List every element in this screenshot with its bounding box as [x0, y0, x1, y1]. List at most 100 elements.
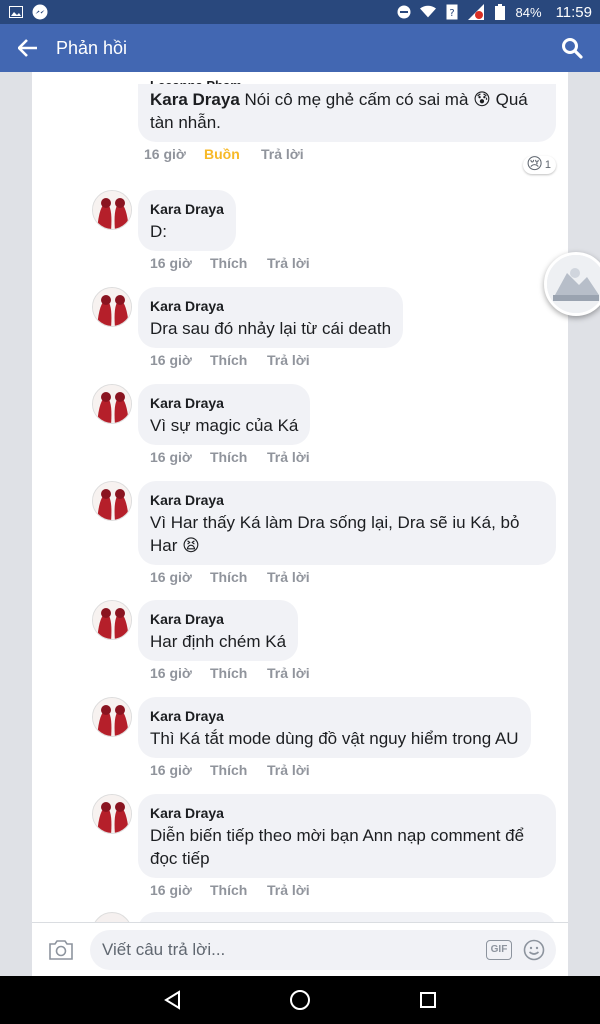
emoji-button[interactable] — [522, 938, 546, 962]
back-button[interactable] — [0, 24, 56, 72]
page-title: Phản hồi — [56, 37, 128, 58]
reply-button[interactable]: Trả lời — [267, 665, 310, 681]
avatar[interactable] — [92, 912, 132, 922]
camera-icon — [49, 939, 73, 960]
comment-text: Diễn biến tiếp theo mời bạn Ann nạp comm… — [150, 826, 525, 868]
comment-time: 16 giờ — [150, 569, 192, 585]
sad-reaction-icon: 😢 — [526, 156, 543, 173]
comment-author[interactable]: Kara Draya — [150, 491, 544, 509]
avatar[interactable] — [92, 697, 132, 737]
gif-button[interactable]: GIF — [486, 939, 512, 960]
comment-bubble: Kara Draya Vì Har thấy Ká làm Dra sống l… — [138, 481, 556, 565]
comment-author[interactable]: Kara Draya — [150, 707, 519, 725]
comment-bubble: Kara Draya Har định chém Ká — [138, 600, 299, 661]
comment-text: Vì Har thấy Ká làm Dra sống lại, Dra sẽ … — [150, 513, 520, 555]
reply-button[interactable]: Trả lời — [267, 352, 310, 368]
comment-text: Dra sau đó nhảy lại từ cái death — [150, 319, 392, 338]
comment-bubble: Kara Draya Thì Ká tắt mode dùng đồ vật n… — [138, 697, 531, 758]
comment-bubble: Kara Draya Vì sự magic của Ká — [138, 384, 311, 445]
list-item: Kara Draya D: 16 giờ Thích Trả lời — [92, 190, 562, 271]
list-item: Kara Draya Thì Ká tắt mode dùng đồ vật n… — [92, 697, 562, 778]
reply-button[interactable]: Trả lời — [267, 762, 310, 778]
like-button[interactable]: Thích — [210, 665, 267, 681]
signal-no-data-icon — [467, 4, 484, 20]
comment-time: 16 giờ — [150, 449, 192, 465]
reply-input[interactable] — [102, 939, 486, 960]
comment-bubble: Kara Draya Dra sau đó nhảy lại từ cái de… — [138, 287, 404, 348]
avatar[interactable] — [92, 384, 132, 424]
comment-author[interactable]: Kara Draya — [150, 297, 391, 315]
arrow-left-icon — [18, 39, 37, 57]
chat-head-bubble[interactable] — [544, 252, 600, 316]
avatar[interactable] — [92, 287, 132, 327]
comment-author[interactable]: Kara Draya — [150, 394, 298, 412]
list-item: Kara Draya Vì Har thấy Ká làm Dra sống l… — [92, 481, 562, 585]
comment-text: Vì sự magic của Ká — [150, 416, 299, 435]
nav-recents-button[interactable] — [364, 976, 492, 1024]
reaction-count: 1 — [544, 159, 551, 171]
like-button[interactable]: Thích — [210, 255, 267, 271]
do-not-disturb-icon — [396, 4, 412, 20]
circle-home-icon — [290, 990, 310, 1010]
list-item: Kara Draya Vì sự magic của Ká 16 giờ Thí… — [92, 384, 562, 465]
avatar[interactable] — [92, 600, 132, 640]
list-item: Kara Draya Dra sau đó nhảy lại từ cái de… — [92, 287, 562, 368]
like-button[interactable]: Thích — [210, 352, 267, 368]
reply-compose-bar: GIF — [32, 922, 568, 976]
avatar[interactable] — [92, 190, 132, 230]
camera-button[interactable] — [32, 923, 90, 977]
battery-percent: 84% — [515, 4, 542, 20]
comment-text: Thì Ká tắt mode dùng đồ vật nguy hiểm tr… — [150, 729, 519, 748]
list-item: Kara Draya Har định chém Ká 16 giờ Thích… — [92, 600, 562, 681]
status-bar: ? 84% 11:59 — [0, 0, 600, 24]
nav-home-button[interactable] — [236, 976, 364, 1024]
comment-bubble: Kara Draya D: — [138, 190, 236, 251]
comment-bubble — [138, 912, 556, 922]
comment-time: 16 giờ — [150, 762, 192, 778]
previous-comment: Leeanna Phạm Kara Draya Nói cô mẹ ghẻ cấ… — [138, 78, 556, 174]
sim-unknown-icon: ? — [444, 4, 460, 20]
comment-text: D: — [150, 222, 167, 241]
comment-time: 16 giờ — [144, 146, 186, 162]
battery-icon — [492, 4, 508, 20]
comment-author[interactable]: Kara Draya — [150, 200, 224, 218]
reply-button[interactable]: Trả lời — [267, 882, 310, 898]
reply-button[interactable]: Trả lời — [267, 255, 310, 271]
wifi-icon — [419, 4, 436, 20]
reply-button[interactable]: Trả lời — [261, 146, 304, 162]
messenger-notification-icon — [32, 4, 48, 20]
comments-panel[interactable]: Leeanna Phạm Kara Draya Nói cô mẹ ghẻ cấ… — [32, 72, 568, 922]
avatar[interactable] — [92, 794, 132, 834]
search-icon — [562, 38, 583, 59]
list-item: Kara Draya Diễn biến tiếp theo mời bạn A… — [92, 794, 562, 898]
search-button[interactable] — [544, 24, 600, 72]
comment-author[interactable]: Kara Draya — [150, 610, 286, 628]
comment-author[interactable]: Kara Draya — [150, 804, 544, 822]
triangle-back-icon — [164, 990, 180, 1010]
comment-bubble: Kara Draya Nói cô mẹ ghẻ cấm có sai mà 😰… — [138, 84, 556, 142]
reaction-count-badge[interactable]: 😢 1 — [523, 156, 556, 174]
like-button[interactable]: Thích — [210, 569, 267, 585]
like-button[interactable]: Thích — [210, 882, 267, 898]
comment-time: 16 giờ — [150, 352, 192, 368]
nav-back-button[interactable] — [108, 976, 236, 1024]
reaction-button[interactable]: Buồn — [204, 146, 261, 162]
system-nav-bar — [0, 976, 600, 1024]
comment-text: Har định chém Ká — [150, 632, 287, 651]
comment-bubble: Kara Draya Diễn biến tiếp theo mời bạn A… — [138, 794, 556, 878]
reply-field[interactable]: GIF — [90, 929, 556, 970]
smiley-icon — [523, 939, 545, 960]
svg-text:?: ? — [449, 8, 454, 19]
reply-button[interactable]: Trả lời — [267, 569, 310, 585]
avatar[interactable] — [92, 481, 132, 521]
comment-time: 16 giờ — [150, 882, 192, 898]
app-bar: Phản hồi — [0, 24, 600, 72]
comment-time: 16 giờ — [150, 255, 192, 271]
like-button[interactable]: Thích — [210, 762, 267, 778]
comment-time: 16 giờ — [150, 665, 192, 681]
like-button[interactable]: Thích — [210, 449, 267, 465]
comment-author[interactable]: Leeanna Phạm — [150, 74, 242, 84]
mentioned-author[interactable]: Kara Draya — [150, 90, 240, 109]
gallery-notification-icon — [8, 4, 24, 20]
reply-button[interactable]: Trả lời — [267, 449, 310, 465]
